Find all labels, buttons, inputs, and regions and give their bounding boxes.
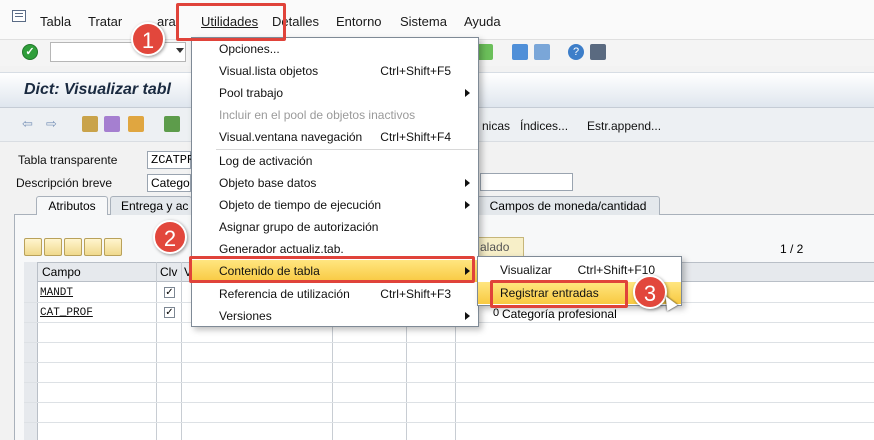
layout-menu-icon[interactable]	[590, 44, 606, 60]
table-row-field-mandt[interactable]: MANDT	[40, 287, 73, 299]
step-badge-1: 1	[131, 22, 165, 56]
append-structure-link[interactable]: Estr.append...	[587, 119, 661, 133]
short-desc-field[interactable]: Catego	[147, 174, 191, 192]
key-checkbox-mandt[interactable]: ✓	[164, 287, 175, 298]
menu-item-label: Pool trabajo	[219, 86, 284, 100]
short-desc-field-tail[interactable]	[480, 173, 573, 191]
table-type-label: Tabla transparente	[18, 153, 118, 167]
submenu-item-label: Visualizar	[500, 263, 552, 277]
table-name-field[interactable]: ZCATPR	[147, 151, 194, 169]
tab-atributos[interactable]: Atributos	[36, 196, 108, 215]
menu-item-objeto-base-datos[interactable]: Objeto base datos	[192, 172, 478, 194]
grid-row-divider	[24, 422, 874, 423]
key-checkbox-cat-prof[interactable]: ✓	[164, 307, 175, 318]
menu-item-label: Objeto de tiempo de ejecución	[219, 198, 382, 212]
utilidades-dropdown: Opciones... Visual.lista objetos Ctrl+Shi…	[191, 37, 479, 327]
submenu-arrow-icon	[465, 89, 470, 97]
menu-item-versiones[interactable]: Versiones	[192, 305, 478, 327]
back-arrow-icon[interactable]: ⇦	[22, 117, 34, 130]
annotation-box-contenido	[189, 256, 475, 283]
grid-row-divider	[24, 402, 874, 403]
submenu-arrow-icon	[465, 179, 470, 187]
step-badge-2: 2	[153, 220, 187, 254]
step-badge-3: 3	[633, 275, 667, 309]
annotation-box-utilidades	[176, 3, 286, 41]
display-change-icon[interactable]	[82, 116, 98, 132]
grid-col-divider	[181, 262, 182, 440]
menu-tratar[interactable]: Tratar	[88, 14, 122, 29]
submenu-arrow-icon	[465, 201, 470, 209]
cut-icon[interactable]	[24, 238, 42, 256]
menu-item-label: Versiones	[219, 309, 272, 323]
copy-icon[interactable]	[44, 238, 62, 256]
row-selector-column[interactable]	[24, 262, 38, 440]
where-used-icon[interactable]	[164, 116, 180, 132]
menu-item-shortcut: Ctrl+Shift+F5	[380, 64, 451, 78]
page-title: Dict: Visualizar tabl	[24, 81, 171, 98]
menu-item-visual-lista-objetos[interactable]: Visual.lista objetos Ctrl+Shift+F5	[192, 60, 478, 82]
command-field[interactable]	[50, 42, 186, 62]
length-cell-cat-prof: 0	[493, 307, 500, 319]
check-icon[interactable]	[104, 116, 120, 132]
tab-campos-moneda[interactable]: Campos de moneda/cantidad	[476, 196, 660, 215]
activate-icon[interactable]	[128, 116, 144, 132]
short-desc-label: Descripción breve	[16, 176, 113, 190]
menu-item-label: Referencia de utilización	[219, 287, 350, 301]
table-row-field-cat-prof[interactable]: CAT_PROF	[40, 307, 93, 319]
grid-row-divider	[24, 382, 874, 383]
paste-icon[interactable]	[64, 238, 82, 256]
menu-item-label: Objeto base datos	[219, 176, 317, 190]
desc-cell-cat-prof: Categoría profesional	[502, 307, 617, 321]
annotation-box-registrar	[490, 280, 628, 308]
menu-item-pool-trabajo[interactable]: Pool trabajo	[192, 82, 478, 104]
enter-check-icon[interactable]: ✓	[22, 44, 38, 60]
menu-item-label: Log de activación	[219, 154, 313, 168]
indices-link[interactable]: Índices...	[520, 119, 568, 133]
menu-item-label: Opciones...	[219, 42, 280, 56]
menu-tabla[interactable]: Tabla	[40, 14, 71, 29]
grid-row-divider	[24, 362, 874, 363]
menu-item-objeto-tiempo-ejecucion[interactable]: Objeto de tiempo de ejecución	[192, 194, 478, 216]
grid-row-divider	[24, 342, 874, 343]
menu-entorno[interactable]: Entorno	[336, 14, 382, 29]
menu-item-referencia-utilizacion[interactable]: Referencia de utilización Ctrl+Shift+F3	[192, 283, 478, 305]
pager: 1 / 2	[780, 242, 804, 256]
forward-arrow-icon[interactable]: ⇨	[46, 117, 58, 130]
menu-item-shortcut: Ctrl+Shift+F3	[380, 287, 451, 301]
menu-item-label: Incluir en el pool de objetos inactivos	[219, 108, 416, 122]
command-dropdown-icon[interactable]	[176, 48, 184, 53]
toolbar-create-session-icon[interactable]	[512, 44, 528, 60]
predefined-type-button[interactable]: alado	[478, 237, 524, 257]
delete-row-icon[interactable]	[104, 238, 122, 256]
menu-item-shortcut: Ctrl+Shift+F4	[380, 130, 451, 144]
insert-row-icon[interactable]	[84, 238, 102, 256]
toolbar-shortcut-icon[interactable]	[534, 44, 550, 60]
menu-item-asignar-grupo[interactable]: Asignar grupo de autorización	[192, 216, 478, 238]
grid-col-divider	[156, 262, 157, 440]
help-icon[interactable]: ?	[568, 44, 584, 60]
submenu-arrow-icon	[465, 312, 470, 320]
toolbar-save-icon[interactable]	[477, 44, 493, 60]
col-header-campo[interactable]: Campo	[42, 265, 81, 279]
menu-item-label: Asignar grupo de autorización	[219, 220, 379, 234]
menu-ayuda[interactable]: Ayuda	[464, 14, 501, 29]
menu-item-incluir-pool: Incluir en el pool de objetos inactivos	[192, 104, 478, 126]
menu-item-opciones[interactable]: Opciones...	[192, 38, 478, 60]
window-menu-icon[interactable]	[12, 10, 26, 22]
technical-settings-link[interactable]: nicas	[482, 119, 510, 133]
menu-sistema[interactable]: Sistema	[400, 14, 447, 29]
menu-item-label: Visual.lista objetos	[219, 64, 319, 78]
menu-item-label: Visual.ventana navegación	[219, 130, 363, 144]
menu-item-visual-ventana-navegacion[interactable]: Visual.ventana navegación Ctrl+Shift+F4	[192, 126, 478, 148]
menu-item-log-activacion[interactable]: Log de activación	[192, 150, 478, 172]
col-header-clave[interactable]: Clv	[160, 265, 177, 279]
tab-entrega[interactable]: Entrega y ac	[110, 196, 192, 215]
menu-item-label: Generador actualiz.tab.	[219, 242, 344, 256]
